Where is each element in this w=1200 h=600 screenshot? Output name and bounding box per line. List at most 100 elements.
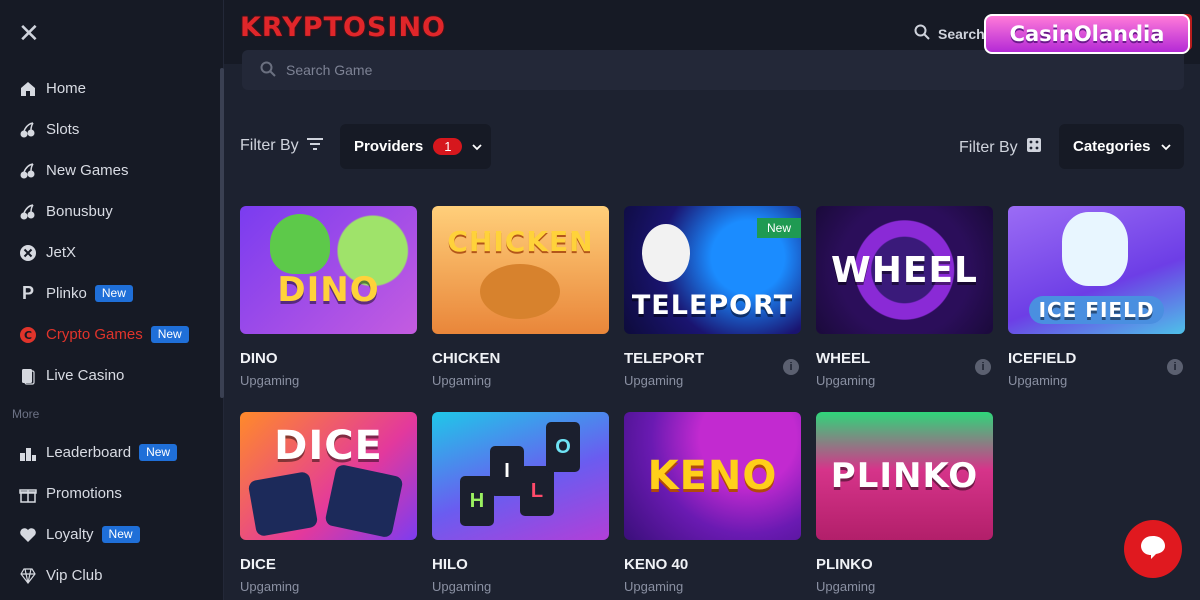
sidebar-item-label: Plinko: [46, 285, 87, 302]
new-badge: New: [150, 326, 189, 343]
game-thumbnail[interactable]: ICE FIELD: [1008, 206, 1185, 334]
game-thumbnail[interactable]: KENO: [624, 412, 801, 540]
thumbnail-title: DICE: [274, 423, 383, 469]
game-card-keno-40[interactable]: KENO KENO 40 Upgaming: [624, 412, 801, 594]
header-search-button[interactable]: Search: [914, 24, 985, 43]
hilo-letter-tile: I: [490, 446, 524, 496]
game-thumbnail[interactable]: H I L O: [432, 412, 609, 540]
search-placeholder: Search Game: [286, 62, 373, 78]
search-icon: [260, 61, 276, 80]
categories-dropdown[interactable]: Categories: [1059, 124, 1184, 169]
svg-text:C: C: [24, 329, 32, 342]
sidebar-item-label: Bonusbuy: [46, 203, 113, 220]
sidebar: ✕ Home Slots New Games Bonusbuy JetX P P…: [0, 0, 224, 600]
leaderboard-icon: [18, 443, 38, 463]
sidebar-item-label: New Games: [46, 162, 129, 179]
game-card-dino[interactable]: DINO DINO Upgaming: [240, 206, 417, 388]
game-title[interactable]: WHEEL: [816, 350, 993, 367]
cherry-icon: [18, 161, 38, 181]
filter-by-label-left: Filter By: [240, 137, 323, 155]
yeti-illustration: [1062, 212, 1128, 286]
game-card-dice[interactable]: DICE DICE Upgaming: [240, 412, 417, 594]
game-thumbnail[interactable]: New TELEPORT: [624, 206, 801, 334]
sidebar-item-new-games[interactable]: New Games: [0, 150, 220, 191]
new-badge: New: [101, 526, 140, 543]
providers-dropdown[interactable]: Providers 1: [340, 124, 491, 169]
providers-count-badge: 1: [433, 138, 463, 155]
game-title[interactable]: HILO: [432, 556, 609, 573]
chicken-illustration: [480, 264, 560, 319]
game-provider: Upgaming: [240, 373, 300, 388]
game-title[interactable]: DINO: [240, 350, 417, 367]
game-provider: Upgaming: [624, 373, 684, 388]
game-provider: Upgaming: [432, 579, 492, 594]
thumbnail-title: ICE FIELD: [1028, 296, 1165, 324]
sidebar-scrollbar[interactable]: [220, 68, 224, 398]
chat-bubble-icon: [1139, 534, 1167, 565]
new-tag: New: [756, 218, 801, 238]
sidebar-item-live-casino[interactable]: Live Casino: [0, 355, 220, 396]
info-icon[interactable]: i: [975, 359, 991, 375]
filter-lines-icon: [306, 137, 323, 155]
sidebar-item-slots[interactable]: Slots: [0, 109, 220, 150]
close-icon[interactable]: ✕: [18, 20, 40, 46]
cherry-icon: [18, 120, 38, 140]
filter-by-label-right: Filter By: [959, 137, 1042, 158]
x-circle-icon: [18, 243, 38, 263]
sidebar-item-vip-club[interactable]: Vip Club: [0, 555, 220, 596]
gift-icon: [18, 484, 38, 504]
hilo-letter-tile: H: [460, 476, 494, 526]
game-card-chicken[interactable]: CHICKEN CHICKEN Upgaming: [432, 206, 609, 388]
cards-icon: [18, 366, 38, 386]
sidebar-item-label: Home: [46, 80, 87, 97]
game-card-plinko[interactable]: PLINKO PLINKO Upgaming: [816, 412, 993, 594]
info-icon[interactable]: i: [783, 359, 799, 375]
thumbnail-title: TELEPORT: [631, 289, 794, 321]
sidebar-item-label: Live Casino: [46, 367, 125, 384]
game-title[interactable]: ICEFIELD: [1008, 350, 1185, 367]
home-icon: [18, 79, 38, 99]
new-badge: New: [139, 444, 178, 461]
sidebar-item-label: Crypto Games: [46, 326, 143, 343]
sidebar-item-label: Slots: [46, 121, 80, 138]
game-thumbnail[interactable]: WHEEL: [816, 206, 993, 334]
watermark-logo: CasinOlandia: [984, 14, 1190, 54]
sidebar-item-crypto-games[interactable]: C Crypto Games New: [0, 314, 220, 355]
sidebar-item-leaderboard[interactable]: Leaderboard New: [0, 432, 220, 473]
game-thumbnail[interactable]: DINO: [240, 206, 417, 334]
p-icon: P: [21, 283, 34, 303]
sidebar-section-more: More: [12, 407, 40, 421]
chevron-down-icon: [472, 138, 483, 155]
sidebar-item-plinko[interactable]: P Plinko New: [0, 273, 220, 314]
game-card-hilo[interactable]: H I L O HILO Upgaming: [432, 412, 609, 594]
game-card-icefield[interactable]: ICE FIELD ICEFIELD Upgaming i: [1008, 206, 1185, 388]
search-game-input[interactable]: Search Game: [242, 50, 1184, 90]
site-logo[interactable]: KRYPTOSINO: [240, 12, 446, 43]
new-badge: New: [94, 285, 133, 302]
info-icon[interactable]: i: [1167, 359, 1183, 375]
game-title[interactable]: CHICKEN: [432, 350, 609, 367]
thumbnail-title: KENO: [647, 453, 778, 499]
game-thumbnail[interactable]: CHICKEN: [432, 206, 609, 334]
sidebar-item-loyalty[interactable]: Loyalty New: [0, 514, 220, 555]
game-thumbnail[interactable]: PLINKO: [816, 412, 993, 540]
sidebar-item-label: Leaderboard: [46, 444, 132, 461]
game-title[interactable]: PLINKO: [816, 556, 993, 573]
chat-button[interactable]: [1124, 520, 1182, 578]
sidebar-item-label: Promotions: [46, 485, 122, 502]
sidebar-item-home[interactable]: Home: [0, 68, 220, 109]
hilo-letter-tile: L: [520, 466, 554, 516]
game-provider: Upgaming: [1008, 373, 1068, 388]
sidebar-item-label: JetX: [46, 244, 77, 261]
game-title[interactable]: DICE: [240, 556, 417, 573]
game-thumbnail[interactable]: DICE: [240, 412, 417, 540]
sidebar-item-bonusbuy[interactable]: Bonusbuy: [0, 191, 220, 232]
game-title[interactable]: KENO 40: [624, 556, 801, 573]
sidebar-item-promotions[interactable]: Promotions: [0, 473, 220, 514]
game-card-wheel[interactable]: WHEEL WHEEL Upgaming i: [816, 206, 993, 388]
game-card-teleport[interactable]: New TELEPORT TELEPORT Upgaming i: [624, 206, 801, 388]
game-provider: Upgaming: [816, 579, 876, 594]
sidebar-item-jetx[interactable]: JetX: [0, 232, 220, 273]
search-icon: [914, 24, 930, 43]
game-title[interactable]: TELEPORT: [624, 350, 801, 367]
